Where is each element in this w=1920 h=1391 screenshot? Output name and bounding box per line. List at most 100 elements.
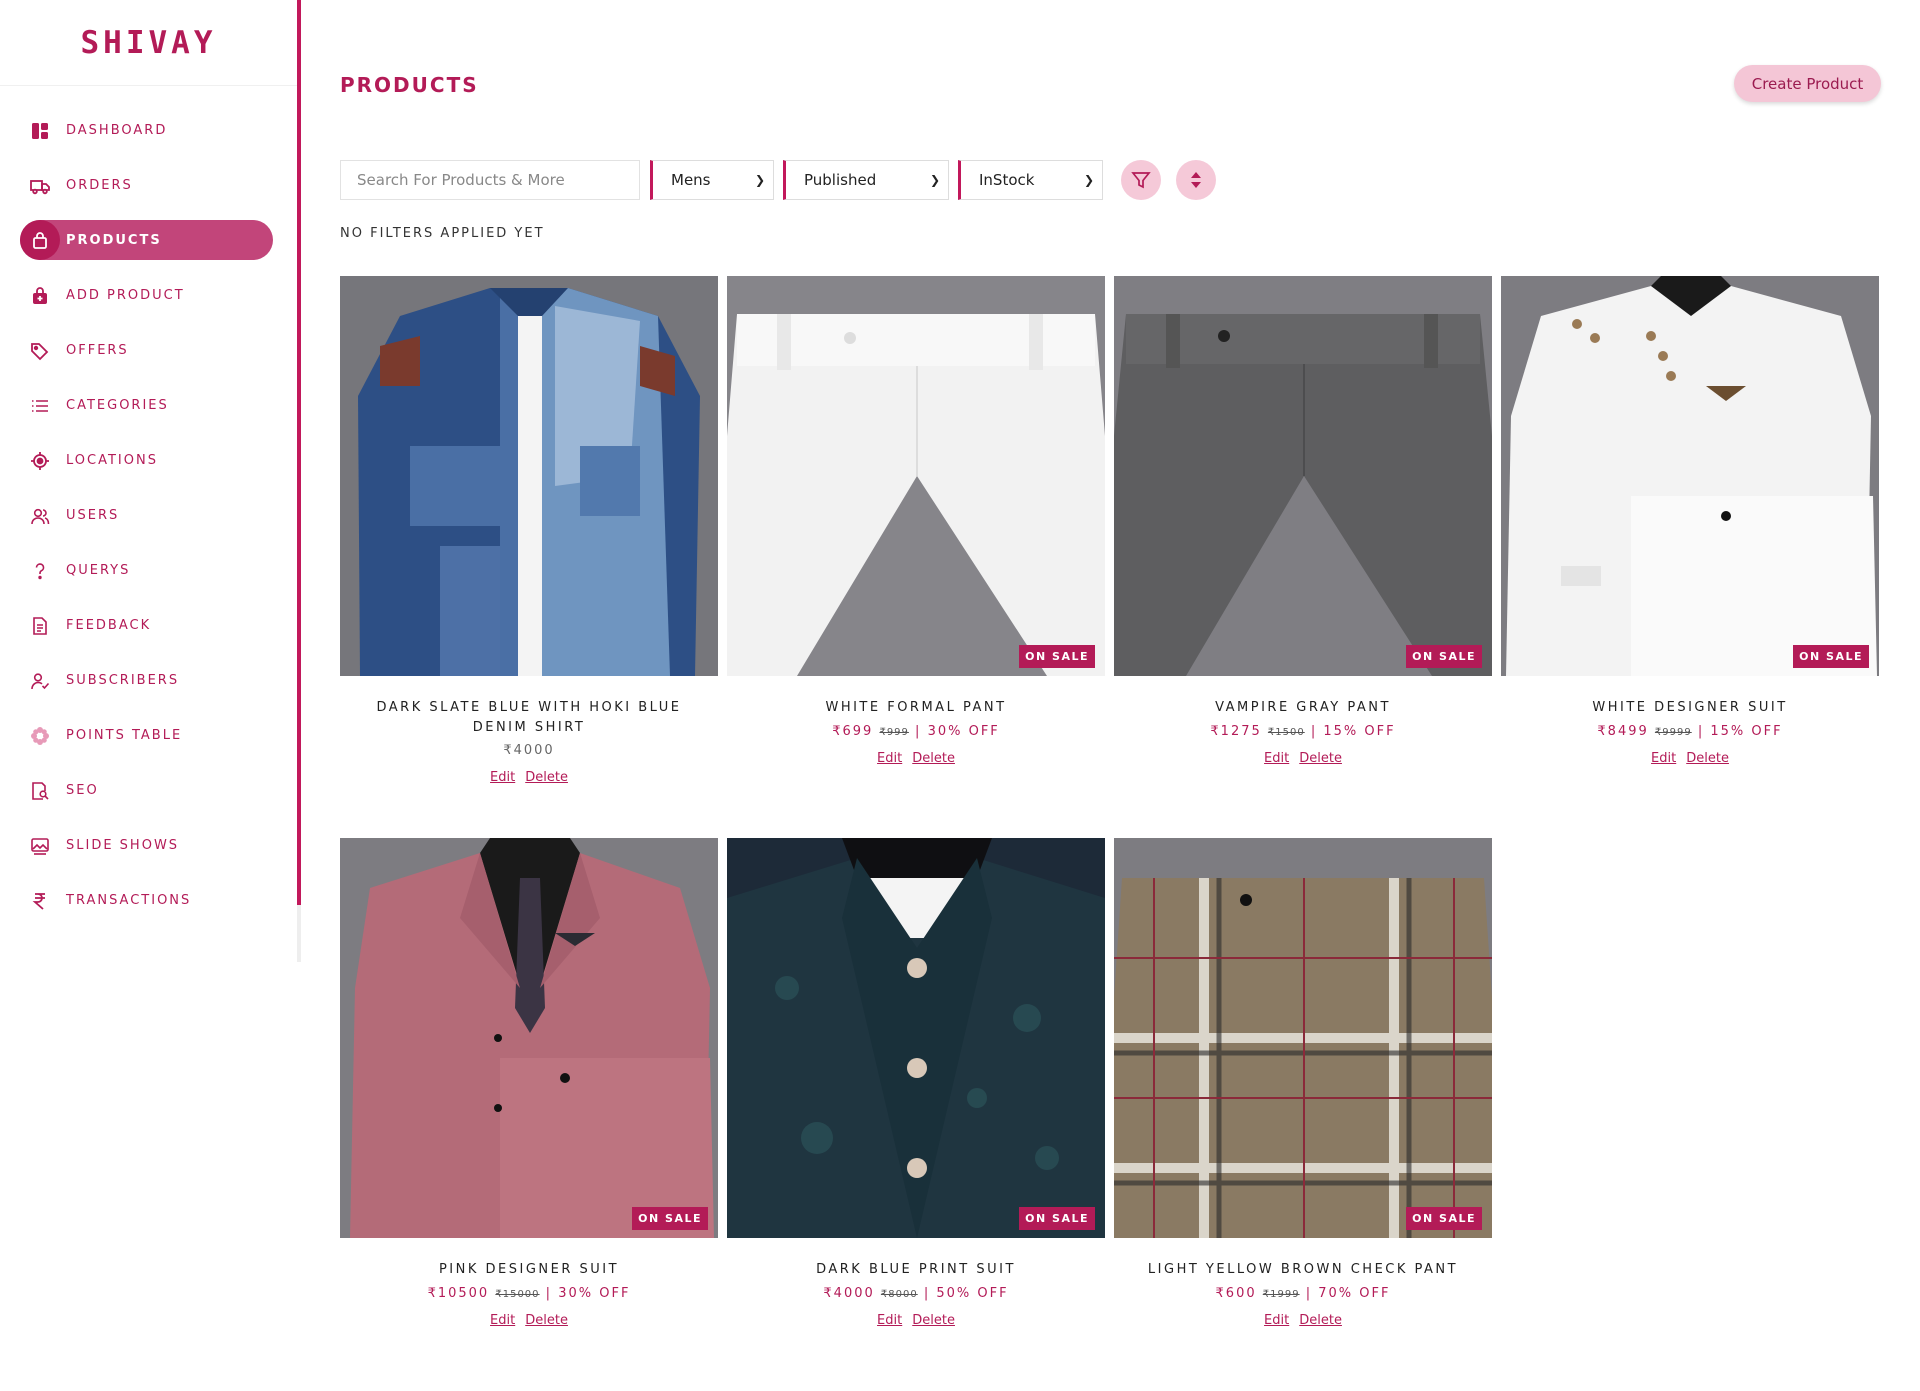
product-card[interactable]: ON SALE WHITE DESIGNER SUIT ₹8499 ₹9999 … — [1501, 276, 1879, 766]
sidebar-item-orders[interactable]: ORDERS — [0, 158, 297, 213]
edit-link[interactable]: Edit — [877, 751, 902, 766]
discount: 15% OFF — [1323, 724, 1396, 739]
product-actions: Edit Delete — [340, 1313, 718, 1328]
product-card[interactable]: ON SALE WHITE FORMAL PANT ₹699 ₹999 | 30… — [727, 276, 1105, 766]
delete-link[interactable]: Delete — [912, 1313, 955, 1328]
sidebar: SHIVAY DASHBOARD ORDERS PRODUCTS ADD PRO… — [0, 0, 301, 962]
on-sale-badge: ON SALE — [1793, 645, 1869, 668]
page-title: PRODUCTS — [340, 73, 479, 97]
sort-button[interactable] — [1176, 160, 1216, 200]
delete-link[interactable]: Delete — [525, 770, 568, 785]
edit-link[interactable]: Edit — [1264, 751, 1289, 766]
sale-price: ₹4000 — [823, 1286, 875, 1301]
gender-select-value: Mens — [671, 171, 711, 189]
sale-price: ₹10500 — [427, 1286, 490, 1301]
delete-link[interactable]: Delete — [525, 1313, 568, 1328]
brand-logo-text: SHIVAY — [80, 24, 217, 61]
delete-link[interactable]: Delete — [1299, 1313, 1342, 1328]
sidebar-item-label: PRODUCTS — [66, 232, 162, 248]
on-sale-badge: ON SALE — [1406, 1207, 1482, 1230]
edit-link[interactable]: Edit — [490, 770, 515, 785]
target-icon — [29, 450, 51, 472]
delete-link[interactable]: Delete — [912, 751, 955, 766]
product-price: ₹8499 ₹9999 | 15% OFF — [1597, 724, 1783, 739]
sidebar-item-subscribers[interactable]: SUBSCRIBERS — [0, 653, 297, 708]
product-price: ₹4000 — [503, 743, 555, 758]
create-product-button[interactable]: Create Product — [1734, 65, 1881, 102]
sidebar-item-label: POINTS TABLE — [66, 728, 183, 743]
flower-icon — [29, 725, 51, 747]
search-input[interactable] — [340, 160, 640, 200]
sidebar-item-transactions[interactable]: TRANSACTIONS — [0, 873, 297, 928]
sidebar-item-locations[interactable]: LOCATIONS — [0, 433, 297, 488]
discount: 70% OFF — [1318, 1286, 1391, 1301]
product-image[interactable]: ON SALE — [1114, 276, 1492, 676]
product-price: ₹600 ₹1999 | 70% OFF — [1215, 1286, 1391, 1301]
edit-link[interactable]: Edit — [877, 1313, 902, 1328]
search-doc-icon — [29, 780, 51, 802]
sidebar-item-seo[interactable]: SEO — [0, 763, 297, 818]
sidebar-item-products[interactable]: PRODUCTS — [20, 220, 273, 260]
sidebar-item-categories[interactable]: CATEGORIES — [0, 378, 297, 433]
filter-button[interactable] — [1121, 160, 1161, 200]
sidebar-item-points-table[interactable]: POINTS TABLE — [0, 708, 297, 763]
sidebar-item-label: SUBSCRIBERS — [66, 673, 180, 688]
product-name: DARK SLATE BLUE WITH HOKI BLUE DENIM SHI… — [376, 700, 682, 735]
product-image[interactable]: ON SALE — [727, 276, 1105, 676]
question-icon — [29, 560, 51, 582]
edit-link[interactable]: Edit — [1264, 1313, 1289, 1328]
edit-link[interactable]: Edit — [490, 1313, 515, 1328]
sidebar-item-feedback[interactable]: FEEDBACK — [0, 598, 297, 653]
edit-link[interactable]: Edit — [1651, 751, 1676, 766]
product-card[interactable]: ON SALE VAMPIRE GRAY PANT ₹1275 ₹1500 | … — [1114, 276, 1492, 766]
sidebar-item-offers[interactable]: OFFERS — [0, 323, 297, 378]
product-price: ₹4000 ₹8000 | 50% OFF — [823, 1286, 1009, 1301]
sidebar-item-dashboard[interactable]: DASHBOARD — [0, 103, 297, 158]
brand-logo[interactable]: SHIVAY — [0, 0, 297, 86]
original-price: ₹9999 — [1654, 727, 1692, 738]
stock-select[interactable]: InStock ❯ — [958, 160, 1103, 200]
chevron-down-icon: ❯ — [754, 173, 765, 187]
filter-toolbar: Mens ❯ Published ❯ InStock ❯ — [340, 160, 1216, 200]
sort-icon — [1191, 172, 1201, 188]
product-card[interactable]: ON SALE PINK DESIGNER SUIT ₹10500 ₹15000… — [340, 838, 718, 1328]
sidebar-item-slide-shows[interactable]: SLIDE SHOWS — [0, 818, 297, 873]
sidebar-item-querys[interactable]: QUERYS — [0, 543, 297, 598]
gender-select[interactable]: Mens ❯ — [650, 160, 774, 200]
product-card[interactable]: ON SALE DARK BLUE PRINT SUIT ₹4000 ₹8000… — [727, 838, 1105, 1328]
filter-icon — [1131, 172, 1151, 189]
product-name: VAMPIRE GRAY PANT — [1215, 700, 1391, 715]
add-bag-icon — [29, 285, 51, 307]
sidebar-item-add-product[interactable]: ADD PRODUCT — [0, 268, 297, 323]
product-image[interactable]: ON SALE — [1114, 838, 1492, 1238]
delete-link[interactable]: Delete — [1686, 751, 1729, 766]
product-card[interactable]: DARK SLATE BLUE WITH HOKI BLUE DENIM SHI… — [340, 276, 718, 785]
bag-icon — [20, 220, 60, 260]
product-actions: Edit Delete — [727, 1313, 1105, 1328]
sidebar-item-label: SLIDE SHOWS — [66, 838, 180, 853]
product-actions: Edit Delete — [340, 770, 718, 785]
product-card[interactable]: ON SALE LIGHT YELLOW BROWN CHECK PANT ₹6… — [1114, 838, 1492, 1328]
sale-price: ₹699 — [832, 724, 874, 739]
sidebar-item-label: DASHBOARD — [66, 123, 168, 138]
product-actions: Edit Delete — [727, 751, 1105, 766]
product-image[interactable]: ON SALE — [1501, 276, 1879, 676]
discount: 30% OFF — [927, 724, 1000, 739]
on-sale-badge: ON SALE — [1019, 1207, 1095, 1230]
product-image[interactable]: ON SALE — [340, 838, 718, 1238]
truck-icon — [29, 175, 51, 197]
on-sale-badge: ON SALE — [1019, 645, 1095, 668]
original-price: ₹8000 — [880, 1289, 918, 1300]
status-select[interactable]: Published ❯ — [783, 160, 949, 200]
product-image[interactable]: ON SALE — [727, 838, 1105, 1238]
delete-link[interactable]: Delete — [1299, 751, 1342, 766]
product-name: LIGHT YELLOW BROWN CHECK PANT — [1147, 1262, 1459, 1277]
product-price: ₹699 ₹999 | 30% OFF — [832, 724, 1000, 739]
original-price: ₹999 — [879, 727, 909, 738]
sidebar-item-users[interactable]: USERS — [0, 488, 297, 543]
on-sale-badge: ON SALE — [632, 1207, 708, 1230]
product-image[interactable] — [340, 276, 718, 676]
discount: 30% OFF — [558, 1286, 631, 1301]
product-name: PINK DESIGNER SUIT — [438, 1262, 620, 1277]
sidebar-scrollbar[interactable] — [297, 0, 301, 905]
